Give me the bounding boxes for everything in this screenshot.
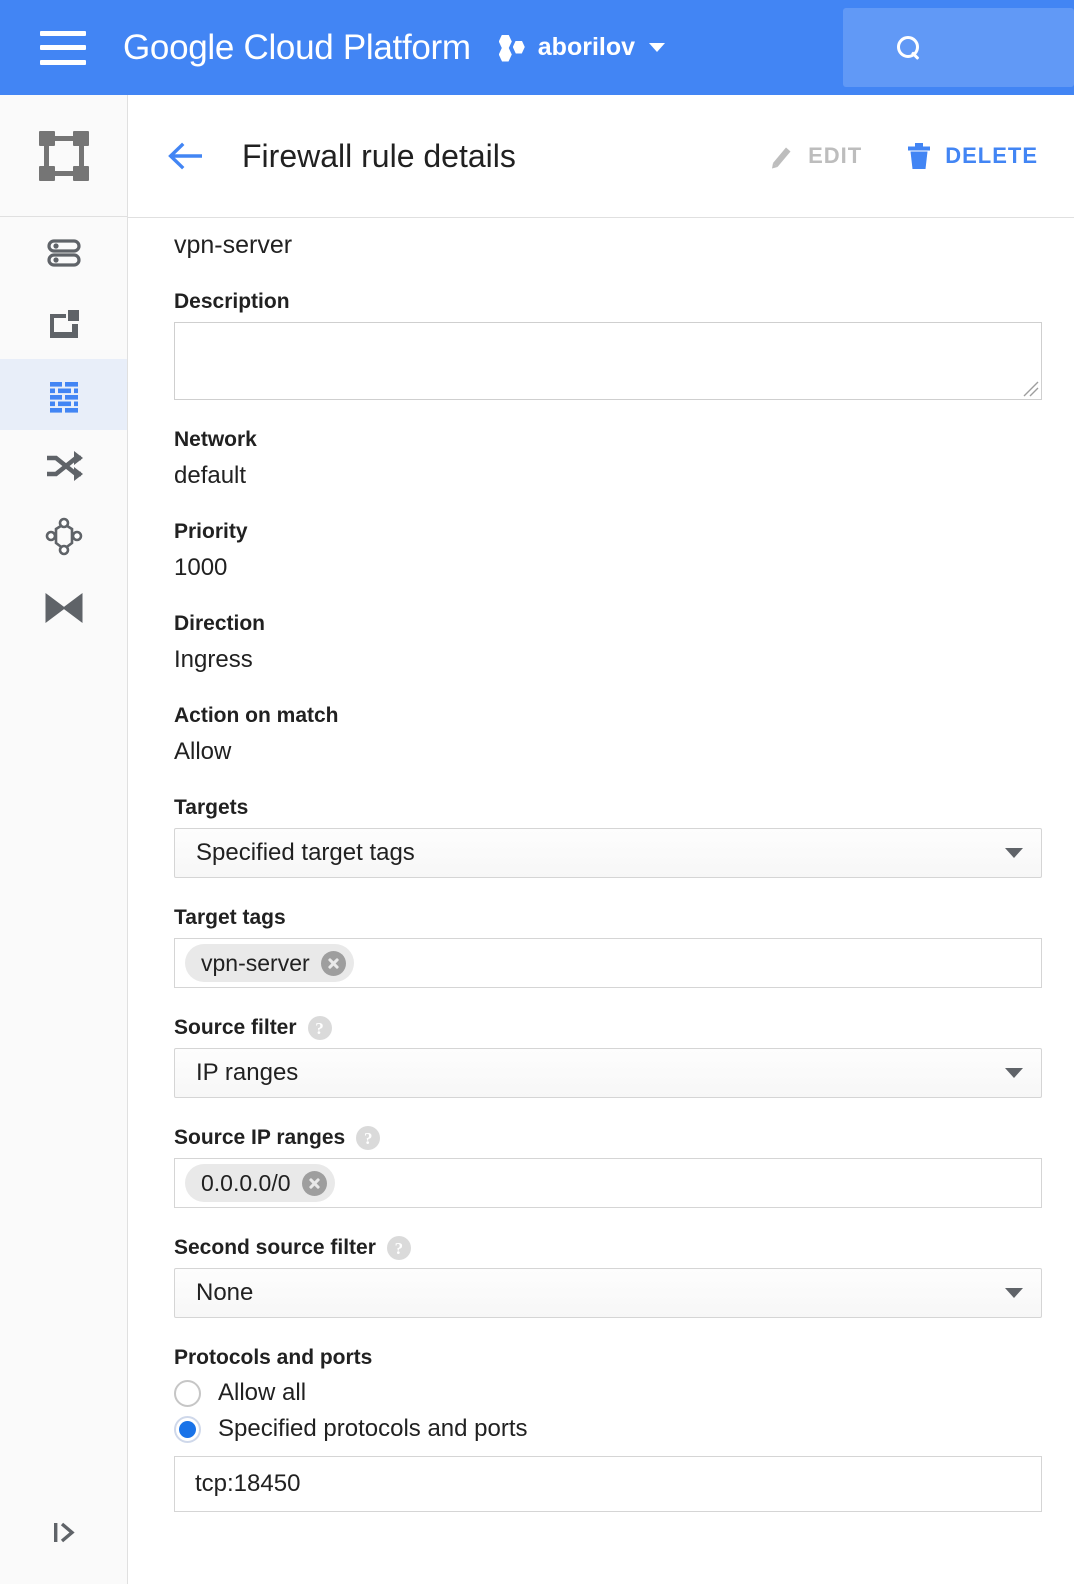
page-header: Firewall rule details EDIT DELETE [128, 95, 1074, 218]
trash-icon [908, 143, 931, 169]
chevron-down-icon [1005, 1288, 1023, 1298]
left-navigation-rail [0, 95, 128, 1584]
sidebar-item-firewall-rules[interactable] [0, 359, 127, 430]
source-ip-chip-label: 0.0.0.0/0 [201, 1169, 291, 1196]
priority-value: 1000 [174, 554, 228, 581]
source-filter-label: Source filter ? [174, 1016, 1074, 1040]
targets-select[interactable]: Specified target tags [174, 828, 1042, 878]
project-selector-icon [498, 34, 527, 62]
main-content-area: Firewall rule details EDIT DELETE vpn-se… [128, 95, 1074, 1584]
action-on-match-label: Action on match [174, 704, 339, 727]
delete-button[interactable]: DELETE [906, 142, 1038, 170]
sidebar-item-vpc-network-peering[interactable] [0, 501, 127, 572]
help-icon[interactable]: ? [356, 1126, 381, 1150]
priority-label: Priority [174, 520, 248, 543]
second-source-filter-label: Second source filter ? [174, 1236, 1074, 1260]
radio-specified-protocols-label: Specified protocols and ports [218, 1415, 528, 1442]
search-input[interactable] [843, 8, 1074, 87]
remove-chip-icon[interactable] [320, 950, 346, 976]
target-tag-chip: vpn-server [185, 944, 354, 982]
description-label: Description [174, 290, 290, 313]
expand-panel-icon[interactable] [0, 1480, 127, 1584]
source-ip-ranges-label: Source IP ranges ? [174, 1126, 1074, 1150]
brand-title: Google Cloud Platform [123, 27, 471, 67]
network-value: default [174, 462, 247, 489]
sidebar-item-vpc-networks[interactable] [0, 217, 127, 288]
target-tags-input[interactable]: vpn-server [174, 938, 1042, 988]
radio-button-selected-icon [174, 1415, 201, 1443]
targets-label: Targets [174, 796, 249, 819]
chevron-down-icon [1005, 1068, 1023, 1078]
hamburger-menu-icon[interactable] [40, 30, 86, 65]
direction-label: Direction [174, 612, 266, 635]
second-source-filter-select-value: None [196, 1279, 254, 1306]
targets-select-value: Specified target tags [196, 839, 415, 866]
ports-input[interactable]: tcp:18450 [174, 1456, 1042, 1512]
radio-allow-all[interactable]: Allow all [174, 1378, 1074, 1408]
radio-specified-protocols[interactable]: Specified protocols and ports [174, 1414, 1074, 1444]
firewall-rule-form: vpn-server Description Network default P… [128, 218, 1074, 1512]
rule-name-value: vpn-server [174, 231, 293, 259]
source-ip-chip: 0.0.0.0/0 [185, 1164, 335, 1202]
help-icon[interactable]: ? [307, 1016, 332, 1040]
project-selector[interactable]: aborilov [498, 33, 666, 62]
help-icon[interactable]: ? [386, 1236, 411, 1260]
action-on-match-value: Allow [174, 738, 232, 765]
target-tag-chip-label: vpn-server [201, 949, 310, 976]
edit-button[interactable]: EDIT [769, 143, 862, 169]
target-tags-label: Target tags [174, 906, 286, 929]
sidebar-item-routes[interactable] [0, 430, 127, 501]
page-title: Firewall rule details [242, 137, 516, 174]
remove-chip-icon[interactable] [301, 1170, 327, 1196]
source-filter-select-value: IP ranges [196, 1059, 299, 1086]
top-header-bar: Google Cloud Platform aborilov [0, 0, 1074, 95]
page-actions: EDIT DELETE [725, 142, 1038, 170]
source-filter-label-text: Source filter [174, 1016, 297, 1039]
ports-input-value: tcp:18450 [195, 1470, 301, 1497]
direction-value: Ingress [174, 646, 253, 673]
sidebar-item-shared-vpc[interactable] [0, 572, 127, 643]
chevron-down-icon [1005, 848, 1023, 858]
protocols-and-ports-label: Protocols and ports [174, 1346, 373, 1369]
project-name-label: aborilov [537, 33, 636, 61]
network-label: Network [174, 428, 257, 451]
chevron-down-icon [649, 43, 666, 52]
resize-handle-icon[interactable] [1021, 379, 1039, 397]
search-icon [897, 35, 921, 60]
sidebar-item-external-ip-addresses[interactable] [0, 288, 127, 359]
pencil-icon [772, 147, 791, 169]
second-source-filter-select[interactable]: None [174, 1268, 1042, 1318]
source-filter-select[interactable]: IP ranges [174, 1048, 1042, 1098]
back-arrow-icon[interactable] [168, 141, 204, 171]
radio-allow-all-label: Allow all [218, 1379, 307, 1406]
description-textarea[interactable] [174, 322, 1042, 400]
delete-button-label: DELETE [945, 143, 1038, 168]
source-ip-ranges-input[interactable]: 0.0.0.0/0 [174, 1158, 1042, 1208]
radio-button-icon [174, 1379, 201, 1407]
second-source-filter-label-text: Second source filter [174, 1236, 376, 1259]
vpc-network-icon [0, 95, 127, 217]
source-ip-ranges-label-text: Source IP ranges [174, 1126, 346, 1149]
edit-button-label: EDIT [808, 143, 863, 168]
